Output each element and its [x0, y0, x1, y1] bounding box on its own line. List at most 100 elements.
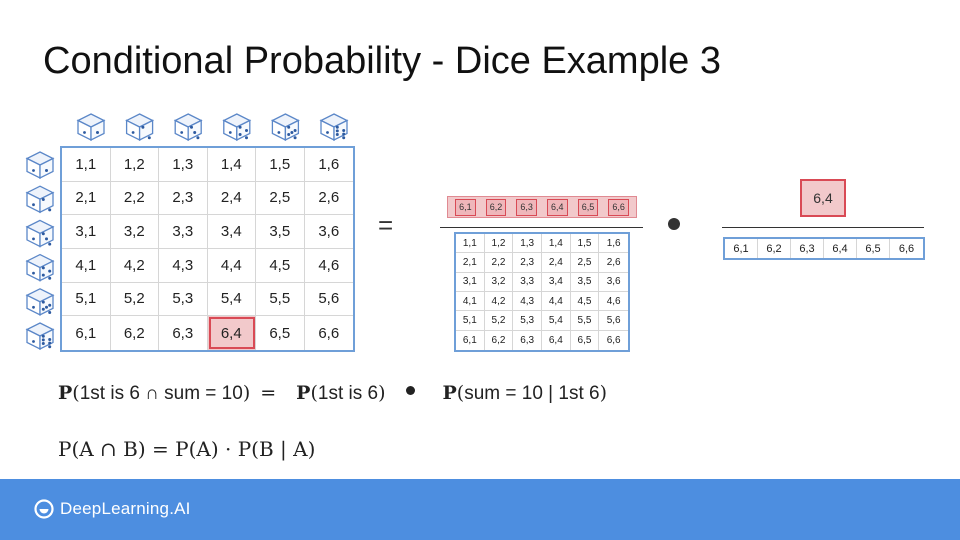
small-outcome-cell: 2,2 [484, 253, 514, 273]
small-outcome-cell: 3,5 [570, 272, 600, 292]
small-outcome-cell: 1,4 [541, 234, 571, 254]
general-formula: P(A ∩ B) = P(A) · P(B | A) [58, 437, 316, 461]
small-outcome-cell: 4,6 [599, 292, 628, 312]
small-outcome-cell: 3,6 [599, 273, 628, 292]
brand-name: DeepLearning.AI [60, 499, 191, 518]
outcome-cell: 3,4 [207, 215, 256, 249]
die-1-icon [76, 113, 106, 142]
brand-logo: DeepLearning.AI [34, 499, 191, 519]
formula-lhs: 1st is 6 ∩ sum = 10 [79, 383, 243, 404]
outcome-cell: 4,3 [159, 249, 208, 283]
die-4-icon [25, 253, 55, 282]
outcome-cell: 4,4 [207, 249, 256, 283]
die-5-icon [25, 288, 55, 316]
numerator-outcome: 6,1 [455, 198, 476, 216]
die-2-icon [25, 185, 55, 214]
denominator-outcome: 6,2 [758, 239, 791, 258]
die-3-icon [173, 113, 203, 142]
small-outcome-cell: 5,6 [599, 311, 628, 331]
deeplearning-logo-icon [34, 499, 54, 519]
small-outcome-cell: 4,1 [456, 292, 485, 312]
outcome-cell: 3,2 [110, 215, 159, 249]
outcome-cell: 6,5 [256, 316, 305, 350]
outcome-cell: 1,5 [256, 148, 305, 182]
outcome-cell: 5,3 [159, 282, 208, 317]
outcome-cell: 5,2 [110, 282, 159, 317]
small-outcome-cell: 6,2 [485, 330, 514, 350]
small-outcome-cell: 6,6 [606, 334, 621, 346]
small-outcome-cell: 3,2 [484, 272, 514, 292]
small-outcome-cell: 1,5 [570, 234, 600, 254]
small-outcome-cell: 5,3 [513, 311, 542, 331]
die-4-icon [222, 113, 252, 142]
die-3-icon [25, 219, 55, 248]
die-6-icon [319, 113, 349, 142]
formula-dot [405, 386, 415, 395]
multiply-dot [668, 218, 680, 230]
denominator-outcome: 6,1 [725, 239, 758, 258]
outcome-cell: 1,2 [110, 148, 159, 182]
outcome-cell: 3,3 [159, 215, 208, 249]
single-outcome: 6,4 [800, 179, 846, 217]
small-outcome-cell: 1,1 [456, 234, 485, 254]
fraction-bar-right [722, 227, 924, 228]
outcome-cell: 1,6 [304, 148, 353, 182]
outcome-cell: 1,3 [159, 148, 208, 182]
numerator-outcome: 6,3 [516, 198, 537, 216]
outcome-cell: 6,6 [318, 324, 340, 342]
prob-symbol: P [58, 382, 73, 404]
small-outcome-cell: 4,5 [570, 292, 600, 312]
highlighted-outcome: 6,4 [207, 316, 256, 350]
outcome-cell: 2,2 [110, 181, 159, 216]
outcome-cell: 4,5 [256, 249, 305, 283]
outcome-cell: 5,1 [62, 282, 111, 317]
small-outcome-cell: 3,3 [513, 272, 542, 292]
small-outcome-cell: 2,1 [456, 253, 485, 273]
numerator-outcome: 6,4 [547, 198, 568, 216]
outcome-cell: 4,2 [110, 249, 159, 283]
outcome-cell: 6,3 [159, 316, 208, 350]
die-6-icon [25, 322, 55, 351]
small-outcome-cell: 6,5 [571, 330, 600, 350]
formula-equals: = [260, 382, 277, 404]
die-5-icon [270, 113, 300, 142]
equals-sign: = [378, 210, 394, 240]
fraction-bar-left [440, 227, 643, 228]
numerator-outcome: 6,5 [577, 198, 599, 216]
outcome-cell: 6,1 [62, 316, 111, 350]
outcome-cell: 2,6 [304, 182, 353, 216]
die-2-icon [125, 113, 155, 142]
small-outcome-cell: 3,4 [541, 272, 571, 292]
outcome-cell: 2,4 [207, 181, 256, 216]
small-outcome-cell: 3,1 [456, 272, 485, 292]
small-outcome-cell: 2,3 [513, 253, 542, 273]
small-outcome-cell: 1,2 [484, 234, 514, 254]
outcome-cell: 3,5 [256, 215, 305, 249]
numerator-outcome: 6,2 [485, 198, 507, 216]
denominator-outcome: 6,3 [791, 239, 824, 258]
outcome-cell: 3,6 [304, 215, 353, 249]
small-outcome-cell: 2,5 [570, 253, 600, 273]
small-outcome-cell: 1,3 [513, 234, 542, 254]
denominator-grid: 1,1 1,2 1,3 1,4 1,5 1,6 2,1 2,2 2,3 2,4 2,5 2,6 3,1 3… [454, 232, 630, 352]
outcome-cell: 2,1 [62, 181, 111, 216]
outcome-cell: 2,3 [159, 181, 208, 216]
formula-term2: sum = 10 | 1st 6 [464, 383, 600, 404]
small-outcome-cell: 5,2 [484, 311, 514, 331]
denominator-outcome: 6,6 [898, 242, 915, 255]
outcome-cell: 6,2 [111, 316, 159, 350]
numerator-outcome: 6,6 [608, 198, 629, 216]
small-outcome-cell: 4,2 [484, 292, 514, 312]
outcome-cell: 4,1 [62, 249, 111, 283]
formula-example: P(1st is 6 ∩ sum = 10) = P(1st is 6) P(s… [58, 382, 608, 404]
small-outcome-cell: 4,3 [513, 292, 542, 312]
outcome-cell: 3,1 [62, 215, 111, 249]
outcome-grid: 1,1 1,2 1,3 1,4 1,5 1,6 2,1 2,2 2,3 2,4 2,5 2,6 3,1 3… [60, 146, 355, 352]
small-outcome-cell: 5,1 [456, 311, 485, 331]
outcome-cell: 5,6 [304, 283, 353, 317]
outcome-cell: 5,4 [207, 282, 256, 317]
formula-term1: 1st is 6 [317, 383, 379, 404]
first-six-row: 6,1 6,2 6,3 6,4 6,5 6,6 [723, 237, 925, 260]
numerator-outcomes: 6,1 6,2 6,3 6,4 6,5 6,6 [447, 196, 637, 218]
outcome-cell: 4,6 [304, 249, 353, 283]
